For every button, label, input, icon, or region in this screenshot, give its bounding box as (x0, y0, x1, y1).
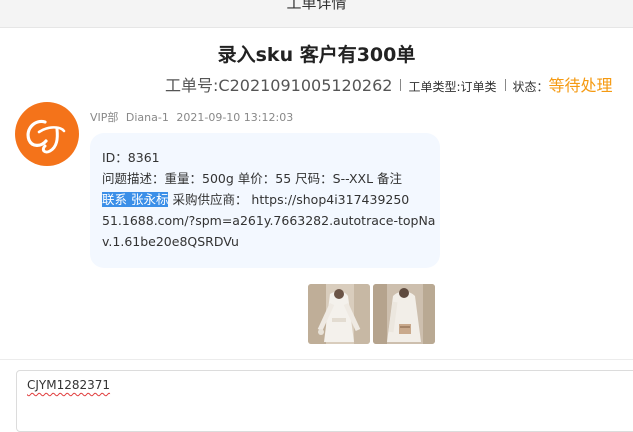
meta-divider (400, 79, 402, 91)
message-header: VIP部 Diana-1 2021-09-10 13:12:03 (90, 109, 297, 125)
ticket-title: 录入sku 客户有300单 (217, 44, 416, 66)
message-line: 联系 张永标 采购供应商： https://shop4i317439250 (102, 189, 432, 210)
status-label: 状态： (512, 80, 549, 94)
top-bar: 工单详情 (0, 0, 633, 28)
reply-input-value[interactable]: CJYM1282371 (27, 378, 110, 392)
ticket-type-value: 订单类 (460, 80, 497, 94)
message-line: 问题描述：重量：500g 单价：55 尺码：S--XXL 备注 (102, 171, 403, 186)
supplier-link-text[interactable]: v.1.61be20e8QSRDVu (102, 231, 432, 252)
supplier-link-text[interactable]: 51.1688.com/?spm=a261y.7663282.autotrace… (102, 210, 435, 231)
message-line: ID：8361 (102, 150, 160, 165)
message-timestamp: 2021-09-10 13:12:03 (176, 111, 294, 124)
ticket-meta: 工单号: C2021091005120262 工单类型: 订单类 状态： 等待处… (165, 72, 613, 96)
photo-2 (373, 284, 435, 344)
cj-logo-icon (26, 119, 66, 154)
meta-divider (504, 79, 506, 91)
avatar[interactable] (15, 102, 79, 166)
message-author: Diana-1 (125, 111, 169, 124)
photo-1 (308, 284, 370, 344)
selected-text[interactable]: 联系 张永标 (102, 192, 169, 207)
message-bubble: ID：8361 问题描述：重量：500g 单价：55 尺码：S--XXL 备注 … (90, 133, 440, 268)
status-value: 等待处理 (548, 76, 613, 95)
ticket-type-label: 工单类型: (408, 80, 461, 94)
message-body: ID：8361 问题描述：重量：500g 单价：55 尺码：S--XXL 备注 … (102, 147, 435, 252)
attachment-thumbnail[interactable] (373, 284, 435, 344)
message-department: VIP部 (90, 111, 119, 124)
supplier-link-text[interactable]: 采购供应商： https://shop4i317439250 (168, 192, 409, 207)
reply-divider (0, 359, 633, 360)
ticket-number: C2021091005120262 (218, 76, 393, 95)
page-title: 工单详情 (286, 0, 347, 12)
reply-input[interactable]: CJYM1282371 (16, 370, 633, 432)
ticket-number-label: 工单号: (165, 76, 219, 95)
attachment-thumbnail[interactable] (308, 284, 370, 344)
